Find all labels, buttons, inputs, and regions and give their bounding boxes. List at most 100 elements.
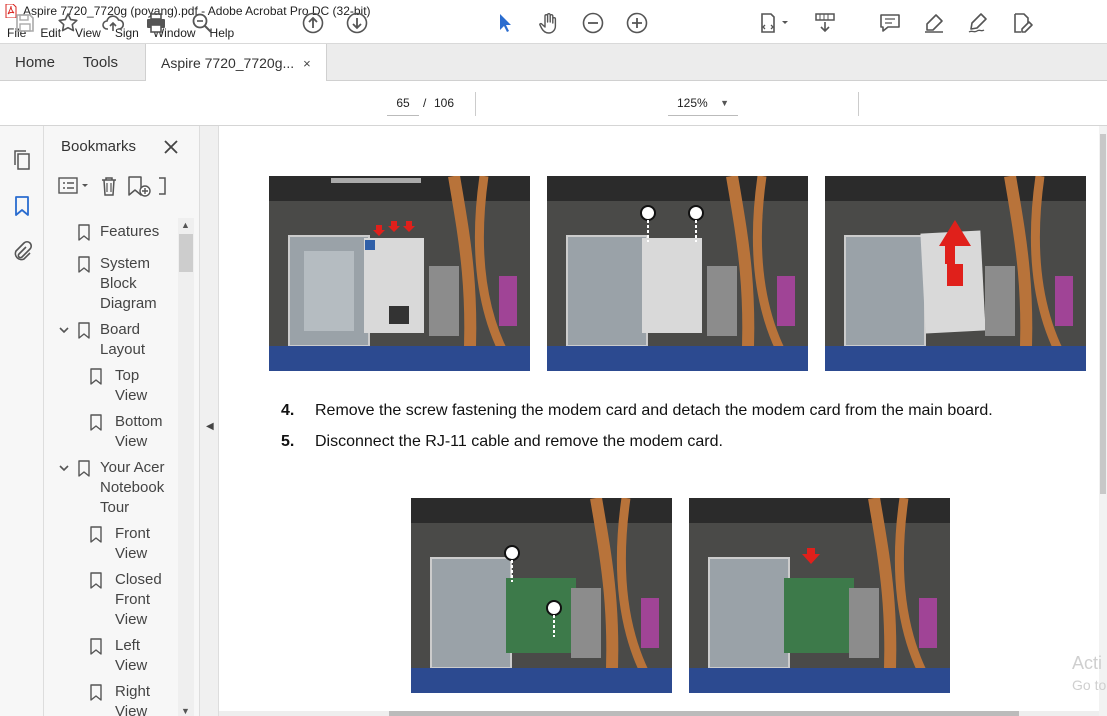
page-number-input[interactable]: 65 [387,90,419,116]
bookmark-label-line: Left [115,637,141,654]
bookmark-label: Left View [115,636,147,676]
tab-close-icon[interactable]: × [303,56,311,71]
scrollbar-thumb[interactable] [1100,134,1106,494]
print-icon[interactable] [143,10,169,36]
bookmarks-title: Bookmarks [61,138,137,155]
close-icon[interactable] [164,135,178,160]
bookmark-label-line: Board [100,321,141,338]
document-page[interactable]: 4. Remove the screw fastening the modem c… [219,126,1099,716]
zoom-search-icon[interactable] [189,10,215,36]
bookmark-label-line: View [115,703,148,716]
page-fit-icon[interactable] [756,10,792,36]
scroll-down-icon[interactable]: ▼ [181,706,190,716]
expand-bookmark-icon[interactable] [158,175,166,202]
bookmark-icon [90,368,102,385]
edit-pdf-icon[interactable] [1009,10,1035,36]
bookmark-label-line: Front [115,591,151,608]
collapse-panel-strip[interactable]: ◀ [200,126,219,716]
highlight-pen-icon[interactable] [921,10,947,36]
bookmark-label-line: View [115,433,148,450]
bookmark-label-line: Layout [100,341,146,358]
bookmark-label-line: Bottom [115,413,163,430]
bookmark-label-line: Front [115,525,151,542]
zoom-level-value: 125% [677,96,708,110]
bookmarks-panel: Bookmarks Features System Block Diagram Boar… [44,126,200,716]
scroll-up-icon[interactable]: ▲ [181,220,190,230]
hand-tool-icon[interactable] [536,10,562,36]
step-5-number: 5. [281,433,295,450]
document-vertical-scrollbar[interactable] [1099,126,1107,716]
document-horizontal-scrollbar[interactable] [219,711,1099,716]
sign-pen-icon[interactable] [965,10,991,36]
toolbar [0,81,1107,126]
star-icon[interactable] [55,10,81,36]
chevron-down-icon[interactable] [58,320,70,343]
bookmark-label-line: Your Acer [100,459,165,476]
upload-cloud-icon[interactable] [100,10,126,36]
bookmark-panel-icon[interactable] [10,194,34,218]
tab-home[interactable]: Home [0,44,70,80]
bookmark-list: Features System Block Diagram Board Layout Top… [44,218,178,716]
bookmark-label-line: Tour [100,499,130,516]
bookmark-label: Front View [115,524,150,564]
step-5: 5. Disconnect the RJ-11 cable and remove … [281,433,723,451]
tab-tools[interactable]: Tools [70,44,133,80]
collapse-arrow-icon[interactable]: ◀ [206,421,214,432]
next-page-icon[interactable] [344,10,370,36]
bookmark-tools [58,175,166,202]
bookmark-scrollbar[interactable]: ▲ ▼ [178,218,194,716]
bookmark-label: Your Acer Notebook Tour [100,458,165,518]
new-bookmark-icon[interactable] [126,175,152,202]
laptop-photo-5 [689,498,950,693]
bookmark-label: Closed Front View [115,570,162,630]
zoom-level-select[interactable]: 125% ▼ [668,90,738,116]
bookmark-label: Top View [115,366,147,406]
zoom-in-icon[interactable] [624,10,650,36]
page-total: 106 [434,96,455,110]
prev-page-icon[interactable] [300,10,326,36]
bookmark-icon [78,256,90,273]
bookmark-icon [90,684,102,701]
scrollbar-thumb[interactable] [389,711,1019,716]
bookmark-label: System Block Diagram [100,254,157,314]
bookmark-label: Right View [115,682,150,716]
watermark-line-1: Acti [1072,653,1103,673]
bookmark-icon [90,526,102,543]
bookmark-options-icon[interactable] [58,176,92,201]
scroll-mode-icon[interactable] [812,10,838,36]
activation-watermark: Acti Go to [1072,652,1106,696]
save-icon[interactable] [12,10,38,36]
bookmark-icon [78,224,90,241]
bookmark-label-line: Block [100,275,137,292]
step-4-text: Remove the screw fastening the modem car… [315,402,993,419]
bookmark-label-line: View [115,387,148,404]
bookmark-label-line: Top [115,367,140,384]
watermark-line-2: Go to [1072,677,1107,693]
tab-document[interactable]: Aspire 7720_7720g... × [145,44,327,82]
laptop-photo-1 [269,176,530,371]
page-thumbnails-icon[interactable] [10,148,34,172]
bookmark-label-line: Diagram [100,295,157,312]
toolbar-divider [858,92,859,116]
bookmark-label: Features [100,222,159,242]
bookmark-label-line: Right [115,683,151,700]
laptop-photo-3 [825,176,1086,371]
left-rail [0,126,44,716]
zoom-out-icon[interactable] [580,10,606,36]
bookmark-icon [90,638,102,655]
bookmark-icon [78,322,90,339]
select-pointer-icon[interactable] [492,10,518,36]
attachment-icon[interactable] [10,240,34,264]
chevron-down-icon[interactable] [58,458,70,481]
bookmark-label-line: System [100,255,151,272]
bookmark-label-line: Notebook [100,479,165,496]
toolbar-divider [475,92,476,116]
comment-icon[interactable] [877,10,903,36]
scrollbar-thumb[interactable] [179,234,193,272]
step-5-text: Disconnect the RJ-11 cable and remove th… [315,433,723,450]
delete-bookmark-icon[interactable] [98,175,120,202]
page-separator: / [423,96,427,110]
laptop-photo-4 [411,498,672,693]
bookmark-label-line: View [115,657,148,674]
bookmark-label-line: View [115,611,148,628]
